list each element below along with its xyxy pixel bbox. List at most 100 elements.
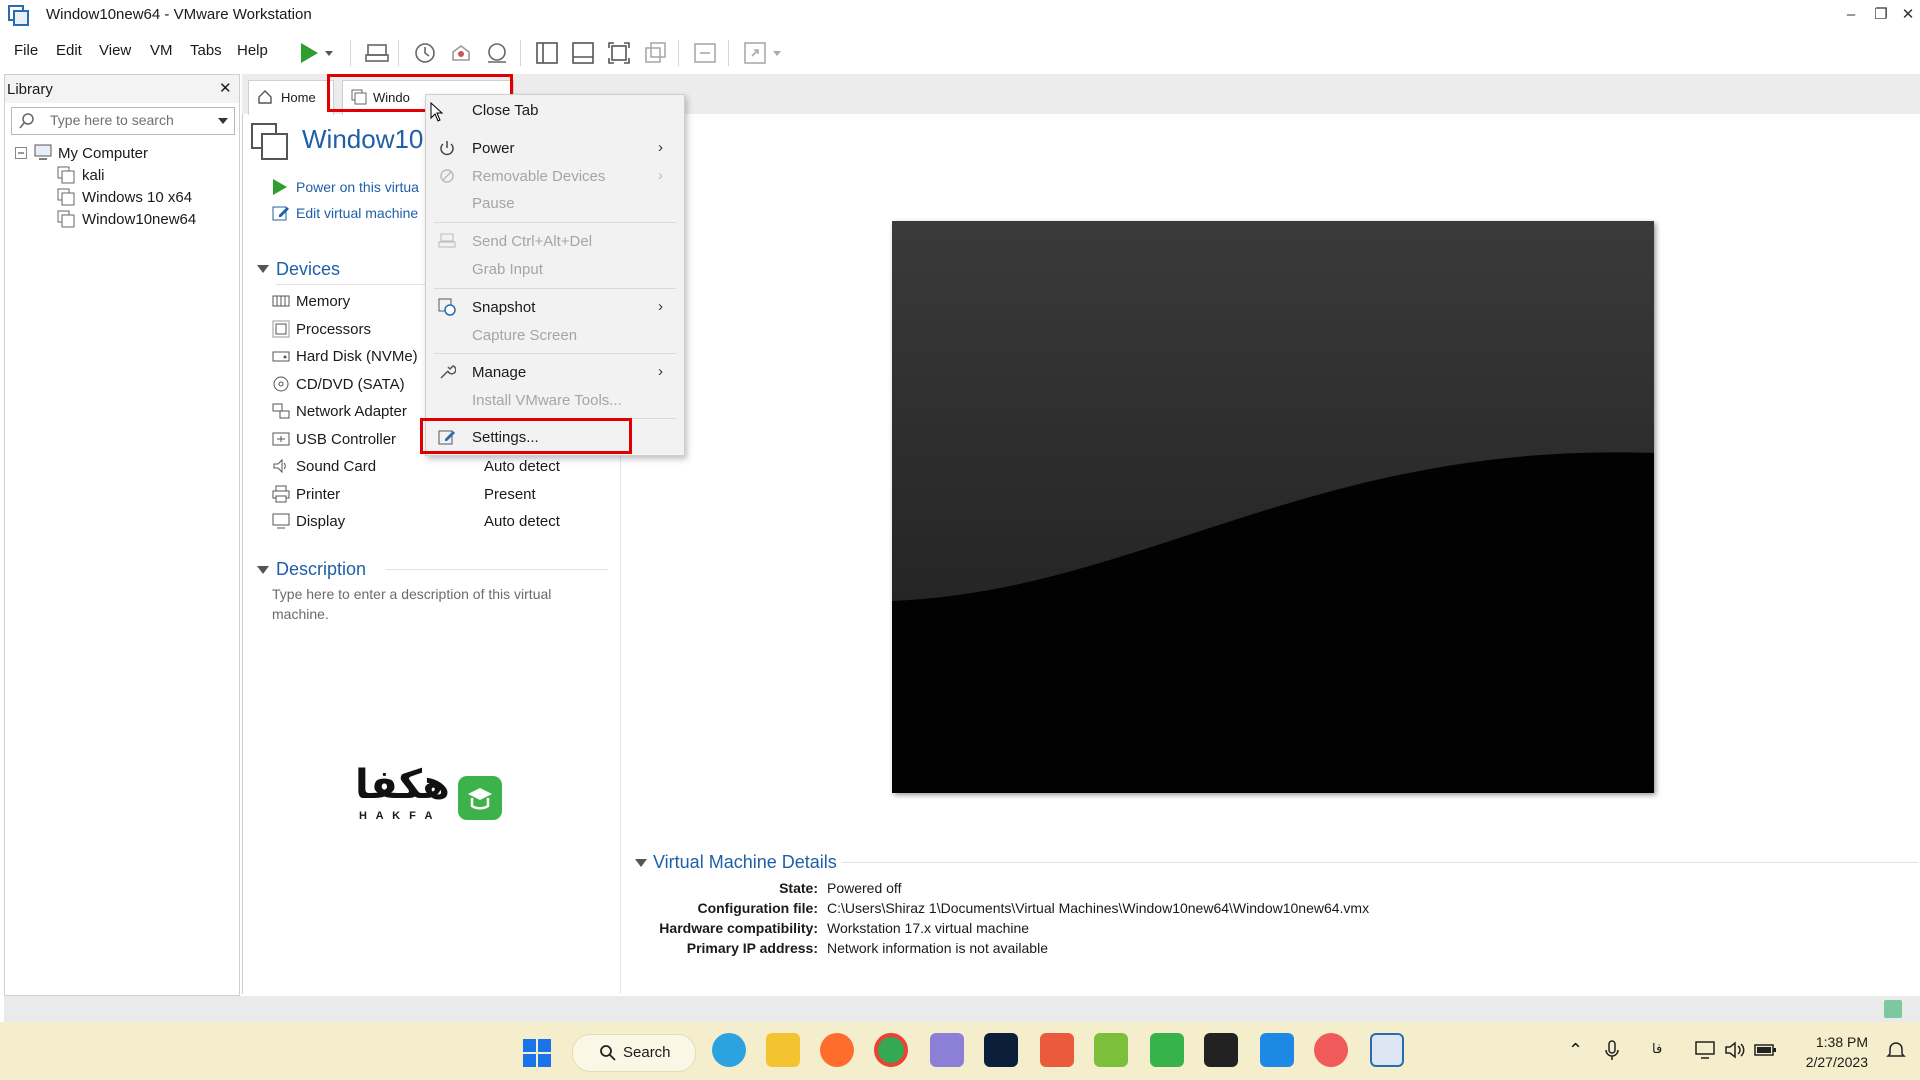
description-placeholder-line1[interactable]: Type here to enter a description of this… <box>272 586 551 602</box>
send-keys-icon[interactable] <box>364 40 390 66</box>
kinemaster-icon[interactable] <box>1314 1033 1348 1067</box>
tree-item-my-computer[interactable]: My Computer <box>58 145 148 162</box>
power-on-link[interactable]: Power on this virtua <box>296 179 419 195</box>
language-indicator[interactable]: فا <box>1652 1042 1662 1057</box>
device-value: Auto detect <box>484 458 560 475</box>
network-icon[interactable] <box>1694 1040 1716 1060</box>
device-label[interactable]: Network Adapter <box>296 403 407 420</box>
chevron-down-icon[interactable] <box>256 262 270 276</box>
device-label[interactable]: Memory <box>296 293 350 310</box>
chrome-icon[interactable] <box>874 1033 908 1067</box>
play-icon[interactable] <box>296 40 322 66</box>
hakfa-logo-text: هکفا <box>355 762 450 808</box>
device-label[interactable]: Sound Card <box>296 458 376 475</box>
stretch-dropdown-icon[interactable] <box>770 40 784 66</box>
volume-icon[interactable] <box>1724 1040 1746 1060</box>
snipping-tool-icon[interactable] <box>930 1033 964 1067</box>
camtasia-recorder-icon[interactable] <box>1150 1033 1184 1067</box>
message-log-icon[interactable] <box>1884 1000 1902 1018</box>
close-window-button[interactable]: ✕ <box>1893 2 1920 28</box>
state-value: Powered off <box>827 880 902 896</box>
tree-collapse-icon[interactable] <box>15 147 27 159</box>
menu-item-snapshot[interactable]: Snapshot <box>472 299 535 316</box>
settings-highlight-box <box>420 418 632 454</box>
stretch-icon[interactable] <box>742 40 768 66</box>
device-label[interactable]: USB Controller <box>296 431 396 448</box>
toolbar-separator <box>520 40 521 66</box>
tab-home[interactable]: Home <box>248 80 334 115</box>
vm-icon <box>57 188 75 206</box>
device-value: Present <box>484 485 536 503</box>
device-label[interactable]: Hard Disk (NVMe) <box>296 348 418 365</box>
library-header: Library ✕ <box>5 75 239 103</box>
dropdown-icon[interactable] <box>322 40 336 66</box>
tree-item-window10new64[interactable]: Window10new64 <box>82 211 196 228</box>
file-explorer-icon[interactable] <box>766 1033 800 1067</box>
snapshot-manager-icon[interactable] <box>484 40 510 66</box>
menu-file[interactable]: File <box>14 42 38 59</box>
menu-item-power[interactable]: Power <box>472 140 515 157</box>
console-view-icon[interactable] <box>692 40 718 66</box>
chevron-right-icon: › <box>658 167 663 184</box>
windows-start-icon[interactable] <box>522 1038 552 1068</box>
menu-vm[interactable]: VM <box>150 42 173 59</box>
chevron-down-icon[interactable] <box>634 856 648 870</box>
device-label[interactable]: Processors <box>296 321 371 338</box>
edit-settings-link[interactable]: Edit virtual machine <box>296 205 418 221</box>
menu-item-manage[interactable]: Manage <box>472 364 526 381</box>
minimize-button[interactable]: – <box>1836 2 1866 28</box>
photoshop-icon[interactable] <box>984 1033 1018 1067</box>
vmware-icon[interactable] <box>1370 1033 1404 1067</box>
snapshot-icon[interactable] <box>412 40 438 66</box>
hakfa-logo-sub: H A K F A <box>359 810 436 822</box>
device-label[interactable]: Display <box>296 513 345 530</box>
battery-icon[interactable] <box>1754 1041 1778 1059</box>
hakfa-logo-icon <box>458 776 502 820</box>
menu-toolbar: File Edit View VM Tabs Help <box>0 34 1920 68</box>
description-placeholder-line2[interactable]: machine. <box>272 606 329 622</box>
menu-view[interactable]: View <box>99 42 131 59</box>
tree-item-windows-10-x64[interactable]: Windows 10 x64 <box>82 189 192 206</box>
maximize-button[interactable]: ❐ <box>1866 2 1896 28</box>
menu-item-capture-screen: Capture Screen <box>472 327 578 344</box>
device-label[interactable]: CD/DVD (SATA) <box>296 376 405 393</box>
mouse-cursor-icon <box>430 102 444 122</box>
usb-controller-icon <box>272 430 290 448</box>
menu-help[interactable]: Help <box>237 42 268 59</box>
chevron-down-icon[interactable] <box>216 114 230 128</box>
library-search-input[interactable]: Type here to search <box>50 112 174 128</box>
telegram-icon[interactable] <box>712 1033 746 1067</box>
vscode-icon[interactable] <box>1260 1033 1294 1067</box>
hard-disk-icon <box>272 347 290 365</box>
chevron-down-icon[interactable] <box>256 563 270 577</box>
library-view-icon[interactable] <box>534 40 560 66</box>
camtasia-icon[interactable] <box>1040 1033 1074 1067</box>
menu-tabs[interactable]: Tabs <box>190 42 222 59</box>
device-label[interactable]: Printer <box>296 486 340 503</box>
menu-separator <box>434 222 676 223</box>
taskbar-search-label: Search <box>623 1044 671 1061</box>
menu-item-close-tab[interactable]: Close Tab <box>472 102 538 119</box>
thumbnail-bar-icon[interactable] <box>570 40 596 66</box>
bluestacks-icon[interactable] <box>1094 1033 1128 1067</box>
menu-edit[interactable]: Edit <box>56 42 82 59</box>
revert-snapshot-icon[interactable] <box>448 40 474 66</box>
clock-time[interactable]: 1:38 PM <box>1798 1034 1868 1050</box>
microphone-icon[interactable] <box>1604 1040 1620 1062</box>
sticky-notes-icon[interactable] <box>1204 1033 1238 1067</box>
fullscreen-icon[interactable] <box>606 40 632 66</box>
menu-item-send-ctrl-alt-del: Send Ctrl+Alt+Del <box>472 233 593 250</box>
taskbar-search-box[interactable]: Search <box>572 1034 696 1072</box>
unity-icon[interactable] <box>642 40 668 66</box>
menu-separator <box>434 288 676 289</box>
firefox-icon[interactable] <box>820 1033 854 1067</box>
details-divider <box>842 862 1918 863</box>
notification-icon[interactable] <box>1886 1040 1906 1060</box>
tab-context-menu: Close Tab Power › Removable Devices › Pa… <box>425 94 685 456</box>
chevron-up-icon[interactable]: ⌃ <box>1568 1040 1583 1061</box>
vm-screen-preview[interactable] <box>892 221 1654 793</box>
clock-date[interactable]: 2/27/2023 <box>1790 1054 1868 1070</box>
library-search-box[interactable]: Type here to search <box>11 107 235 135</box>
tree-item-kali[interactable]: kali <box>82 167 105 184</box>
library-close-button[interactable]: ✕ <box>219 79 232 97</box>
